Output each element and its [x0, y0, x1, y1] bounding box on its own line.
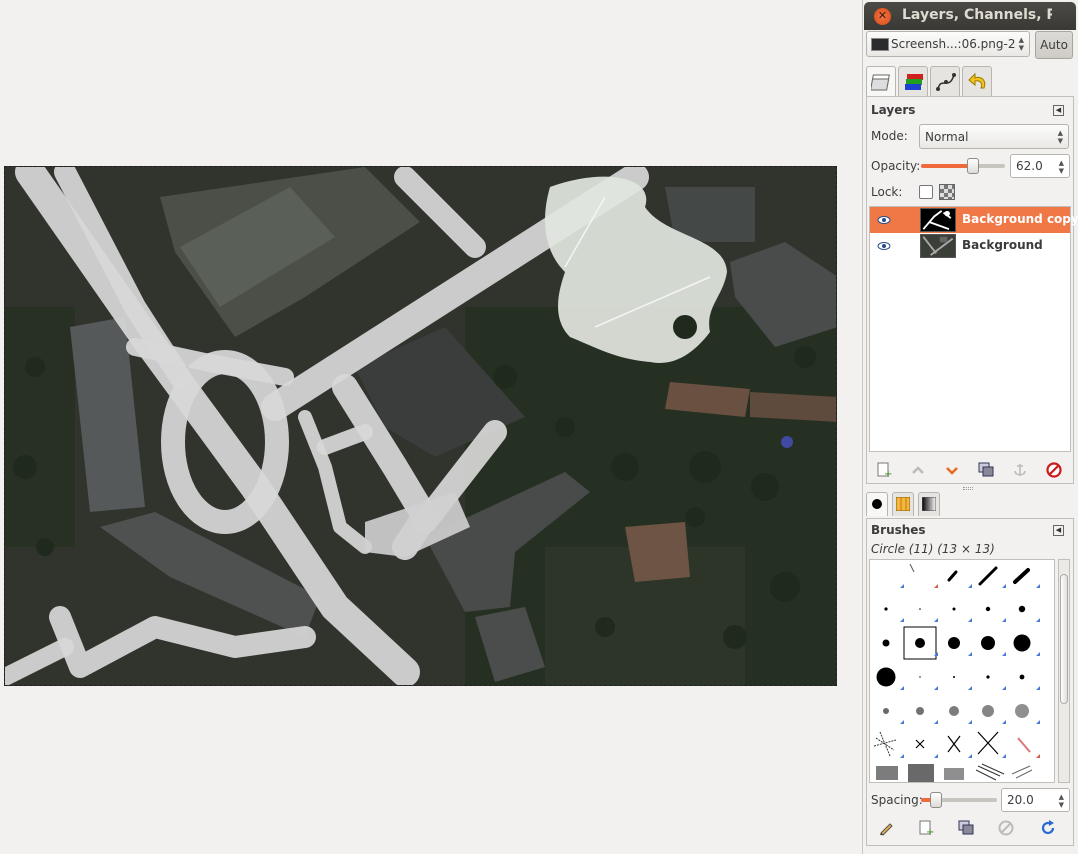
new-brush-button[interactable]: + [915, 817, 937, 839]
raise-layer-icon [912, 466, 924, 474]
spin-arrows-icon[interactable]: ▲ ▼ [1059, 159, 1064, 175]
new-layer-button[interactable]: + [873, 459, 895, 481]
tab-layers[interactable] [866, 66, 896, 96]
panel-menu-icon[interactable]: ◀ [1053, 525, 1064, 536]
spacing-spinbutton[interactable]: 20.0 ▲ ▼ [1001, 788, 1070, 812]
brushes-button-bar: + [867, 817, 1073, 839]
brush-scrollbar-thumb[interactable] [1060, 574, 1068, 704]
tab-undo-history[interactable] [962, 66, 992, 96]
chain-toggle[interactable] [898, 210, 918, 230]
svg-text:+: + [926, 827, 934, 836]
lock-alpha-icon[interactable] [939, 184, 955, 200]
duplicate-layer-icon [978, 462, 994, 477]
spacing-slider-knob[interactable] [930, 792, 943, 808]
auto-button[interactable]: Auto [1035, 31, 1073, 59]
layer-row-background-copy[interactable]: Background copy [870, 207, 1078, 233]
brush-tabs [866, 492, 1076, 518]
dock-tabs [866, 66, 1076, 96]
tab-brushes[interactable] [866, 492, 888, 516]
layer-name: Background copy [962, 212, 1078, 226]
channels-icon [905, 74, 923, 90]
anchor-icon [1014, 464, 1026, 476]
brush-icon [872, 499, 882, 509]
tab-gradients[interactable] [918, 492, 940, 516]
brush-grid[interactable] [869, 559, 1055, 783]
lock-pixels-checkbox[interactable] [919, 185, 933, 199]
tab-patterns[interactable] [892, 492, 914, 516]
mode-select[interactable]: Normal ▲ ▼ [919, 124, 1069, 149]
delete-icon [1046, 462, 1062, 478]
image-canvas-area[interactable] [0, 0, 862, 854]
spin-arrows-icon[interactable]: ▲ ▼ [1059, 793, 1064, 809]
tab-paths[interactable] [930, 66, 960, 96]
brush-thumbnails [873, 563, 1040, 782]
brushes-panel: Brushes ◀ Circle (11) (13 × 13) Spacing:… [866, 518, 1074, 846]
layers-icon [871, 74, 890, 91]
mode-label: Mode: [871, 129, 908, 143]
lower-layer-icon [946, 467, 958, 475]
delete-layer-button[interactable] [1043, 459, 1065, 481]
layers-panel-title: Layers [871, 103, 916, 117]
layer-thumbnail [920, 208, 956, 232]
layers-panel: Layers ◀ Mode: Normal ▲ ▼ Opacity: 62.0 ▲… [866, 96, 1078, 484]
dock-separator-handle[interactable] [963, 487, 973, 490]
layer-list[interactable]: Background copy Background [869, 206, 1078, 452]
opacity-spinbutton[interactable]: 62.0 ▲ ▼ [1010, 154, 1070, 178]
brush-row-1 [909, 563, 1030, 586]
chevron-updown-icon: ▲ ▼ [1057, 129, 1063, 145]
gradient-icon [922, 497, 936, 511]
delete-disabled-icon [998, 820, 1014, 836]
lock-label: Lock: [871, 185, 903, 199]
undo-history-icon [968, 72, 986, 89]
panel-menu-icon[interactable]: ◀ [1053, 105, 1064, 116]
spacing-value: 20.0 [1007, 793, 1034, 807]
image-selector[interactable]: Screensh...:06.png-2 ▲ ▼ [866, 31, 1030, 57]
pattern-icon [896, 497, 910, 511]
image-canvas[interactable] [4, 166, 837, 686]
new-brush-icon: + [919, 820, 934, 836]
dock-titlebar[interactable]: ✕ Layers, Channels, Pa [864, 2, 1076, 30]
brush-scrollbar[interactable] [1058, 559, 1070, 783]
duplicate-icon [958, 820, 974, 835]
mode-value: Normal [925, 130, 969, 144]
spacing-slider[interactable] [921, 792, 997, 808]
paths-icon [936, 73, 956, 91]
new-layer-icon: + [877, 462, 892, 478]
aerial-map-image [5, 167, 836, 685]
brushes-panel-title: Brushes [871, 523, 926, 537]
eye-icon[interactable] [876, 239, 892, 253]
dock-title: Layers, Channels, Pa [902, 7, 1052, 23]
refresh-icon [1041, 820, 1055, 835]
layers-button-bar: + [867, 459, 1073, 481]
chain-toggle[interactable] [898, 236, 918, 256]
pencil-icon [880, 823, 893, 836]
layer-row-background[interactable]: Background [870, 233, 1070, 259]
refresh-brushes-button[interactable] [1037, 817, 1059, 839]
opacity-value: 62.0 [1016, 159, 1043, 173]
opacity-slider-fill [921, 164, 974, 168]
current-brush-name: Circle (11) (13 × 13) [871, 542, 995, 556]
image-thumbnail-icon [871, 38, 889, 51]
spacing-label: Spacing: [871, 793, 923, 807]
eye-icon[interactable] [876, 213, 892, 227]
opacity-slider-knob[interactable] [967, 158, 980, 174]
opacity-slider[interactable] [921, 158, 1005, 174]
duplicate-brush-button[interactable] [955, 817, 977, 839]
image-selector-label: Screensh...:06.png-2 [891, 37, 1016, 51]
layer-thumbnail [920, 234, 956, 258]
close-icon[interactable]: ✕ [874, 8, 891, 25]
opacity-label: Opacity: [871, 159, 921, 173]
delete-brush-button[interactable] [995, 817, 1017, 839]
layer-name: Background [962, 238, 1043, 252]
lower-layer-button[interactable] [941, 459, 963, 481]
raise-layer-button[interactable] [907, 459, 929, 481]
edit-brush-button[interactable] [875, 817, 897, 839]
duplicate-layer-button[interactable] [975, 459, 997, 481]
layers-dock: ✕ Layers, Channels, Pa Screensh...:06.pn… [862, 0, 1078, 854]
tab-channels[interactable] [898, 66, 928, 96]
anchor-layer-button[interactable] [1009, 459, 1031, 481]
svg-text:+: + [884, 469, 892, 478]
chevron-updown-icon: ▲ ▼ [1018, 36, 1024, 52]
